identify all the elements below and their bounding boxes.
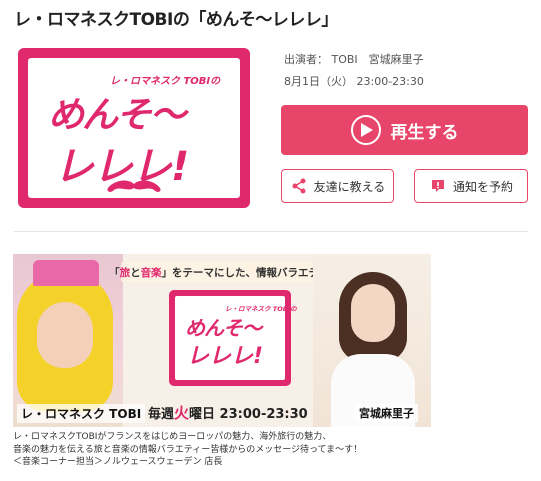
play-button[interactable]: 再生する [281, 105, 528, 155]
play-button-label: 再生する [390, 122, 459, 143]
program-logo: レ・ロマネスク TOBIの めんそ～ レレレ! [18, 48, 250, 208]
logo-line1: めんそ～ [48, 95, 186, 136]
cast-info: 出演者： TOBI 宮城麻里子 [284, 53, 424, 66]
host-name-right: 宮城麻里子 [355, 404, 418, 422]
mustache-icon [107, 180, 161, 192]
banner-logo: レ・ロマネスク TOBIの めんそ～ レレレ! [169, 290, 297, 386]
banner-schedule: 毎週火曜日 23:00-23:30 [148, 404, 308, 422]
share-button[interactable]: 友達に教える [281, 169, 394, 203]
alert-icon [429, 177, 447, 195]
airtime-info: 8月1日（火） 23:00-23:30 [284, 75, 424, 88]
program-description: レ・ロマネスクTOBIがフランスをはじめヨーロッパの魅力、海外旅行の魅力、 音楽… [13, 432, 363, 467]
host-name-left: レ・ロマネスク TOBI [17, 404, 146, 423]
remind-button-label: 通知を予約 [452, 179, 513, 194]
crown-icon [33, 260, 99, 286]
share-icon [290, 177, 308, 195]
share-button-label: 友達に教える [313, 179, 386, 194]
banner-theme: 「 旅 と 音楽 」をテーマにした、情報バラエティ [109, 262, 329, 282]
host-photo-miyagi [313, 254, 431, 427]
program-banner: レ・ロマネスク TOBI 「 旅 と 音楽 」をテーマにした、情報バラエティ レ… [13, 254, 431, 427]
play-icon [350, 115, 381, 145]
divider [14, 231, 528, 232]
host-photo-tobi [13, 254, 123, 427]
remind-button[interactable]: 通知を予約 [414, 169, 528, 203]
logo-subtitle: レ・ロマネスク TOBIの [110, 76, 221, 87]
page-title: レ・ロマネスクTOBIの「めんそ～レレレ」 [14, 10, 338, 30]
